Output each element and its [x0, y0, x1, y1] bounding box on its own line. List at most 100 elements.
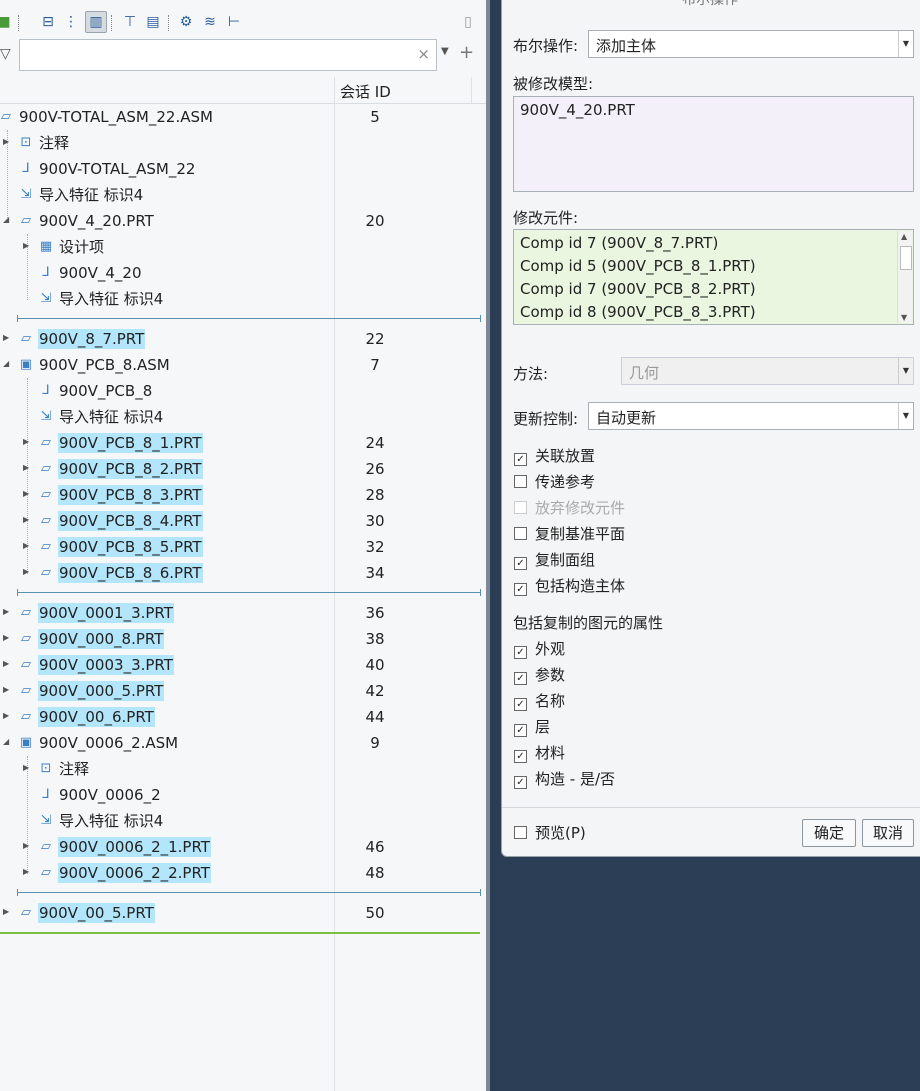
checkbox-checked-icon[interactable]: ✓ — [514, 672, 527, 685]
tree-row[interactable]: ▶ ▱ 900V_PCB_8_6.PRT 34 — [0, 560, 486, 586]
tree-row[interactable]: ▱ 900V-TOTAL_ASM_22.ASM 5 — [0, 104, 486, 130]
tree-row-label[interactable]: 900V_PCB_8_6.PRT — [58, 563, 203, 583]
tree-row[interactable]: ⅃ 900V_0006_2 — [0, 782, 486, 808]
tree-row-label[interactable]: 900V_0001_3.PRT — [38, 603, 174, 623]
tree-row[interactable]: ◢ ▣ 900V_0006_2.ASM 9 — [0, 730, 486, 756]
modify-comp-list[interactable]: Comp id 7 (900V_8_7.PRT) Comp id 5 (900V… — [513, 229, 914, 325]
tree-row[interactable]: ⅃ 900V_4_20 — [0, 260, 486, 286]
plus-icon[interactable]: + — [459, 42, 474, 63]
property-checkbox[interactable]: ✓ 参数 — [514, 664, 565, 686]
tree-row[interactable]: ▶ ⊡ 注释 — [0, 130, 486, 156]
expand-icon[interactable]: ▶ — [23, 841, 29, 850]
tree-list-icon[interactable]: ⋮ — [61, 12, 81, 32]
tree-row-label[interactable]: 900V_4_20 — [58, 263, 143, 283]
tree-row-label[interactable]: 900V_0006_2_2.PRT — [58, 863, 211, 883]
column-session-id[interactable]: 会话 ID — [340, 81, 391, 102]
checkbox-checked-icon[interactable]: ✓ — [514, 698, 527, 711]
option-checkbox[interactable]: ✓ 包括构造主体 — [514, 575, 625, 597]
tree-row-label[interactable]: 900V_PCB_8_4.PRT — [58, 511, 203, 531]
tree-row[interactable]: ▶ ▱ 900V_00_6.PRT 44 — [0, 704, 486, 730]
tree-expand-icon[interactable]: ⊟ — [38, 12, 58, 32]
tree-row-label[interactable]: 导入特征 标识4 — [58, 811, 164, 831]
expand-icon[interactable]: ▶ — [23, 489, 29, 498]
tree-row-label[interactable]: 900V-TOTAL_ASM_22.ASM — [18, 107, 214, 127]
tree-row[interactable]: ⅃ 900V-TOTAL_ASM_22 — [0, 156, 486, 182]
scroll-up-icon[interactable]: ▲ — [901, 232, 907, 241]
checkbox-unchecked-icon[interactable] — [514, 475, 527, 488]
checkbox-checked-icon[interactable]: ✓ — [514, 583, 527, 596]
tree-row[interactable]: ▶ ▱ 900V_0006_2_2.PRT 48 — [0, 860, 486, 886]
expand-icon[interactable]: ▶ — [3, 633, 9, 642]
expand-icon[interactable]: ▶ — [3, 137, 9, 146]
property-checkbox[interactable]: ✓ 外观 — [514, 638, 565, 660]
modified-model-box[interactable]: 900V_4_20.PRT — [513, 96, 914, 192]
list-item[interactable]: Comp id 7 (900V_8_7.PRT) — [520, 232, 718, 255]
tree-row-label[interactable]: 900V_PCB_8_3.PRT — [58, 485, 203, 505]
tree-row[interactable]: ▶ ▦ 设计项 — [0, 234, 486, 260]
tree-row[interactable]: ⇲ 导入特征 标识4 — [0, 808, 486, 834]
tree-row[interactable]: ▶ ▱ 900V_PCB_8_3.PRT 28 — [0, 482, 486, 508]
expand-icon[interactable]: ▶ — [3, 711, 9, 720]
tree-row[interactable]: ⇲ 导入特征 标识4 — [0, 182, 486, 208]
tree-row[interactable]: ⇲ 导入特征 标识4 — [0, 286, 486, 312]
collapse-icon[interactable]: ◢ — [3, 215, 9, 224]
expand-icon[interactable]: ▶ — [3, 607, 9, 616]
tree-row[interactable]: ▶ ⊡ 注释 — [0, 756, 486, 782]
tree-row-label[interactable]: 900V_4_20.PRT — [38, 211, 155, 231]
tree-row-label[interactable]: 900V_PCB_8_2.PRT — [58, 459, 203, 479]
tree-row[interactable]: ▶ ▱ 900V_000_5.PRT 42 — [0, 678, 486, 704]
expand-icon[interactable]: ▶ — [23, 541, 29, 550]
expand-icon[interactable]: ▶ — [23, 241, 29, 250]
tree-row-label[interactable]: 900V_PCB_8.ASM — [38, 355, 171, 375]
property-checkbox[interactable]: ✓ 构造 - 是/否 — [514, 768, 615, 790]
scroll-down-icon[interactable]: ▼ — [901, 313, 907, 322]
tree-row[interactable]: ◢ ▱ 900V_4_20.PRT 20 — [0, 208, 486, 234]
tree-row-label[interactable]: 900V_000_5.PRT — [38, 681, 165, 701]
tree-row-label[interactable]: 900V_0006_2_1.PRT — [58, 837, 211, 857]
checkbox-box[interactable] — [514, 826, 527, 839]
panel-divider[interactable] — [486, 0, 490, 1091]
scroll-thumb[interactable] — [900, 246, 912, 270]
property-checkbox[interactable]: ✓ 名称 — [514, 690, 565, 712]
tree-row-label[interactable]: 导入特征 标识4 — [38, 185, 144, 205]
expand-icon[interactable]: ▶ — [23, 867, 29, 876]
chevron-down-icon[interactable]: ▼ — [441, 46, 449, 57]
tree-row[interactable]: ⇲ 导入特征 标识4 — [0, 404, 486, 430]
update-control-select[interactable]: 自动更新 ▼ — [588, 402, 914, 430]
tree-row-label[interactable]: 900V-TOTAL_ASM_22 — [38, 159, 196, 179]
expand-icon[interactable]: ▶ — [3, 907, 9, 916]
tree-row-label[interactable]: 导入特征 标识4 — [58, 289, 164, 309]
tree-row-label[interactable]: 900V_0006_2.ASM — [38, 733, 179, 753]
tree-row[interactable]: ▶ ▱ 900V_0006_2_1.PRT 46 — [0, 834, 486, 860]
list-item[interactable]: Comp id 5 (900V_PCB_8_1.PRT) — [520, 255, 756, 278]
option-checkbox[interactable]: ✓ 复制面组 — [514, 549, 595, 571]
expand-icon[interactable]: ▶ — [23, 463, 29, 472]
collapse-icon[interactable]: ◢ — [3, 359, 9, 368]
tree-row[interactable]: ▶ ▱ 900V_00_5.PRT 50 — [0, 900, 486, 926]
ok-button[interactable]: 确定 — [802, 819, 856, 847]
tree-row-label[interactable]: 900V_8_7.PRT — [38, 329, 146, 349]
tree-row[interactable]: ▶ ▱ 900V_PCB_8_1.PRT 24 — [0, 430, 486, 456]
tree-row-label[interactable]: 900V_PCB_8 — [58, 381, 153, 401]
gear-icon[interactable]: ⚙ — [176, 12, 196, 32]
list-item[interactable]: Comp id 7 (900V_PCB_8_2.PRT) — [520, 278, 756, 301]
tree-row-label[interactable]: 注释 — [38, 133, 70, 153]
tree-row[interactable]: ▶ ▱ 900V_PCB_8_5.PRT 32 — [0, 534, 486, 560]
expand-icon[interactable]: ▶ — [23, 437, 29, 446]
option-checkbox[interactable]: 复制基准平面 — [514, 523, 625, 545]
expand-icon[interactable]: ▶ — [3, 685, 9, 694]
tree-row[interactable]: ▶ ▱ 900V_0003_3.PRT 40 — [0, 652, 486, 678]
expand-icon[interactable]: ▶ — [3, 659, 9, 668]
tree-row-label[interactable]: 900V_000_8.PRT — [38, 629, 165, 649]
property-checkbox[interactable]: ✓ 材料 — [514, 742, 565, 764]
expand-icon[interactable]: ▶ — [23, 515, 29, 524]
tree-row-label[interactable]: 注释 — [58, 759, 90, 779]
option-checkbox[interactable]: ✓ 关联放置 — [514, 445, 595, 467]
tree-row[interactable]: ⅃ 900V_PCB_8 — [0, 378, 486, 404]
tree-row[interactable]: ◢ ▣ 900V_PCB_8.ASM 7 — [0, 352, 486, 378]
tree-row-label[interactable]: 900V_0003_3.PRT — [38, 655, 174, 675]
tree-row-label[interactable]: 900V_PCB_8_1.PRT — [58, 433, 203, 453]
checkbox-checked-icon[interactable]: ✓ — [514, 776, 527, 789]
expand-icon[interactable]: ▶ — [3, 333, 9, 342]
document-icon[interactable]: ▯ — [458, 12, 478, 32]
